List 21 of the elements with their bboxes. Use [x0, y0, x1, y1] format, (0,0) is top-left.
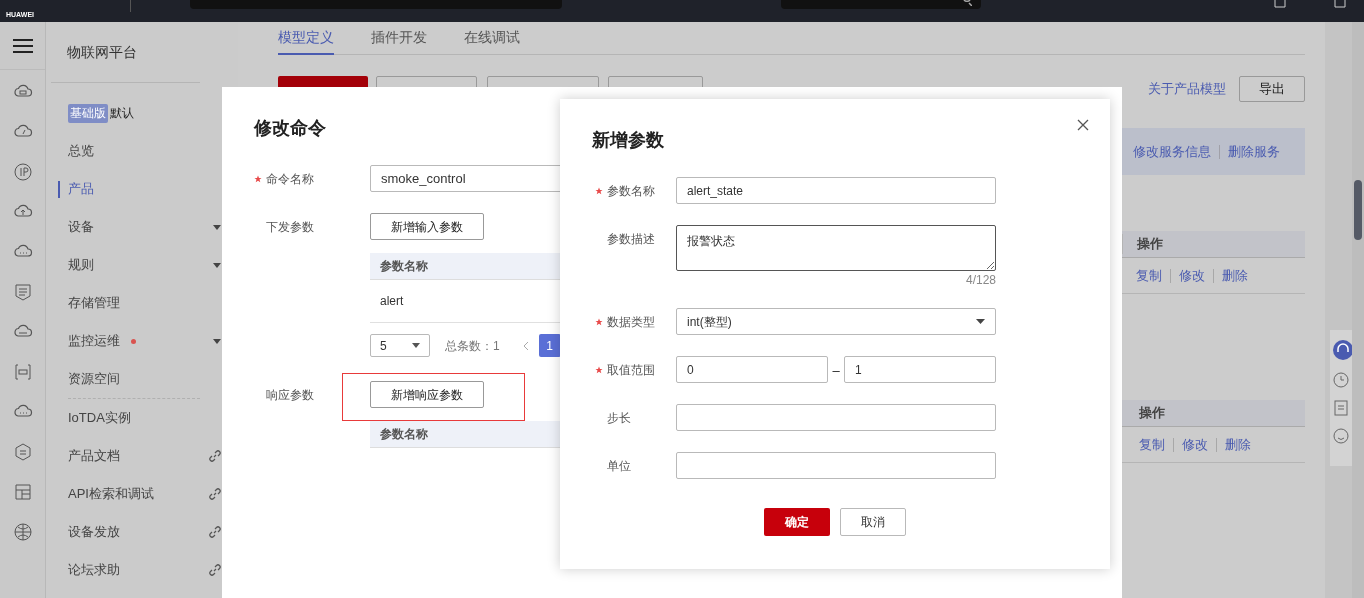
field-label: 命令名称: [266, 170, 314, 188]
column-header: 参数名称: [380, 426, 428, 443]
field-label: 单位: [607, 457, 631, 475]
field-label: 下发参数: [266, 218, 314, 236]
field-label: 参数名称: [607, 182, 655, 200]
field-label: 数据类型: [607, 313, 655, 331]
dialog-title: 修改命令: [254, 117, 326, 140]
sidebar-title: 物联网平台: [67, 42, 137, 62]
range-separator: –: [831, 362, 841, 380]
total-count: 总条数：1: [445, 337, 500, 355]
edition-badge: 基础版: [68, 103, 108, 123]
column-header: 操作: [1138, 404, 1166, 423]
field-label: 步长: [607, 409, 631, 427]
character-counter: 4/128: [965, 273, 996, 287]
field-label: 参数描述: [607, 230, 655, 248]
table-cell-text: alert: [380, 293, 404, 310]
column-header: 参数名称: [380, 258, 428, 275]
field-label: 响应参数: [266, 386, 314, 404]
edition-name: 默认: [110, 105, 134, 122]
field-label: 取值范围: [607, 361, 655, 379]
dialog-title: 新增参数: [592, 129, 664, 152]
